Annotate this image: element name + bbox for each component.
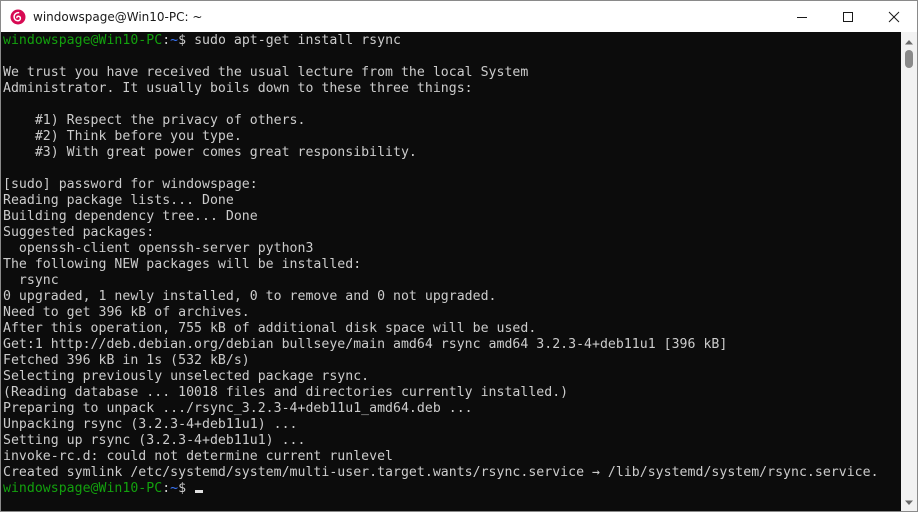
scroll-up-arrow-icon xyxy=(905,32,913,50)
output-line: Reading package lists... Done xyxy=(3,193,234,208)
terminal-output[interactable]: windowspage@Win10-PC:~$ sudo apt-get ins… xyxy=(1,32,903,511)
window-title: windowspage@Win10-PC: ~ xyxy=(33,9,203,24)
output-line: Building dependency tree... Done xyxy=(3,209,258,224)
final-prompt-line: windowspage@Win10-PC:~$ xyxy=(3,481,204,497)
output-line: Need to get 396 kB of archives. xyxy=(3,305,250,320)
prompt-user-host: windowspage@Win10-PC xyxy=(3,481,163,496)
output-line: Suggested packages: xyxy=(3,225,155,240)
output-line: Get:1 http://deb.debian.org/debian bulls… xyxy=(3,337,728,352)
prompt-separator: : xyxy=(162,481,171,496)
output-line: #3) With great power comes great respons… xyxy=(3,145,417,160)
scroll-down-arrow-icon xyxy=(905,493,913,511)
command-text: sudo apt-get install rsync xyxy=(186,33,402,48)
text-cursor xyxy=(195,490,204,493)
output-line: #2) Think before you type. xyxy=(3,129,242,144)
output-line: The following NEW packages will be insta… xyxy=(3,257,362,272)
vertical-scrollbar[interactable] xyxy=(901,32,917,511)
output-line: Created symlink /etc/systemd/system/mult… xyxy=(3,465,879,480)
output-line: [sudo] password for windowspage: xyxy=(3,177,258,192)
close-icon xyxy=(888,11,900,23)
output-line: rsync xyxy=(3,273,59,288)
scroll-down-button[interactable] xyxy=(901,495,917,509)
output-line: invoke-rc.d: could not determine current… xyxy=(3,449,394,464)
output-line: openssh-client openssh-server python3 xyxy=(3,241,314,256)
prompt-symbol: $ xyxy=(178,481,187,496)
output-line: Administrator. It usually boils down to … xyxy=(3,81,473,96)
prompt-path: ~ xyxy=(170,33,179,48)
title-bar[interactable]: windowspage@Win10-PC: ~ xyxy=(1,1,917,32)
window-controls xyxy=(779,1,917,32)
maximize-button[interactable] xyxy=(825,1,871,32)
output-line: Selecting previously unselected package … xyxy=(3,369,370,384)
output-line: We trust you have received the usual lec… xyxy=(3,65,529,80)
minimize-button[interactable] xyxy=(779,1,825,32)
output-line: Unpacking rsync (3.2.3-4+deb11u1) ... xyxy=(3,417,298,432)
output-line: Preparing to unpack .../rsync_3.2.3-4+de… xyxy=(3,401,473,416)
prompt-user-host: windowspage@Win10-PC xyxy=(3,33,163,48)
close-button[interactable] xyxy=(871,1,917,32)
prompt-path: ~ xyxy=(170,481,179,496)
prompt-separator: : xyxy=(162,33,171,48)
prompt-line: windowspage@Win10-PC:~$ sudo apt-get ins… xyxy=(3,33,401,49)
scroll-up-button[interactable] xyxy=(901,34,917,48)
scrollbar-thumb[interactable] xyxy=(905,50,913,68)
minimize-icon xyxy=(796,11,808,23)
output-line: 0 upgraded, 1 newly installed, 0 to remo… xyxy=(3,289,497,304)
output-line: #1) Respect the privacy of others. xyxy=(3,113,306,128)
terminal-window: windowspage@Win10-PC: ~ windowspage@Win1… xyxy=(0,0,918,512)
output-line: After this operation, 755 kB of addition… xyxy=(3,321,537,336)
output-line: Setting up rsync (3.2.3-4+deb11u1) ... xyxy=(3,433,306,448)
output-line: (Reading database ... 10018 files and di… xyxy=(3,385,569,400)
debian-swirl-icon xyxy=(10,9,26,25)
output-line: Fetched 396 kB in 1s (532 kB/s) xyxy=(3,353,250,368)
prompt-symbol: $ xyxy=(178,33,187,48)
maximize-icon xyxy=(842,11,854,23)
